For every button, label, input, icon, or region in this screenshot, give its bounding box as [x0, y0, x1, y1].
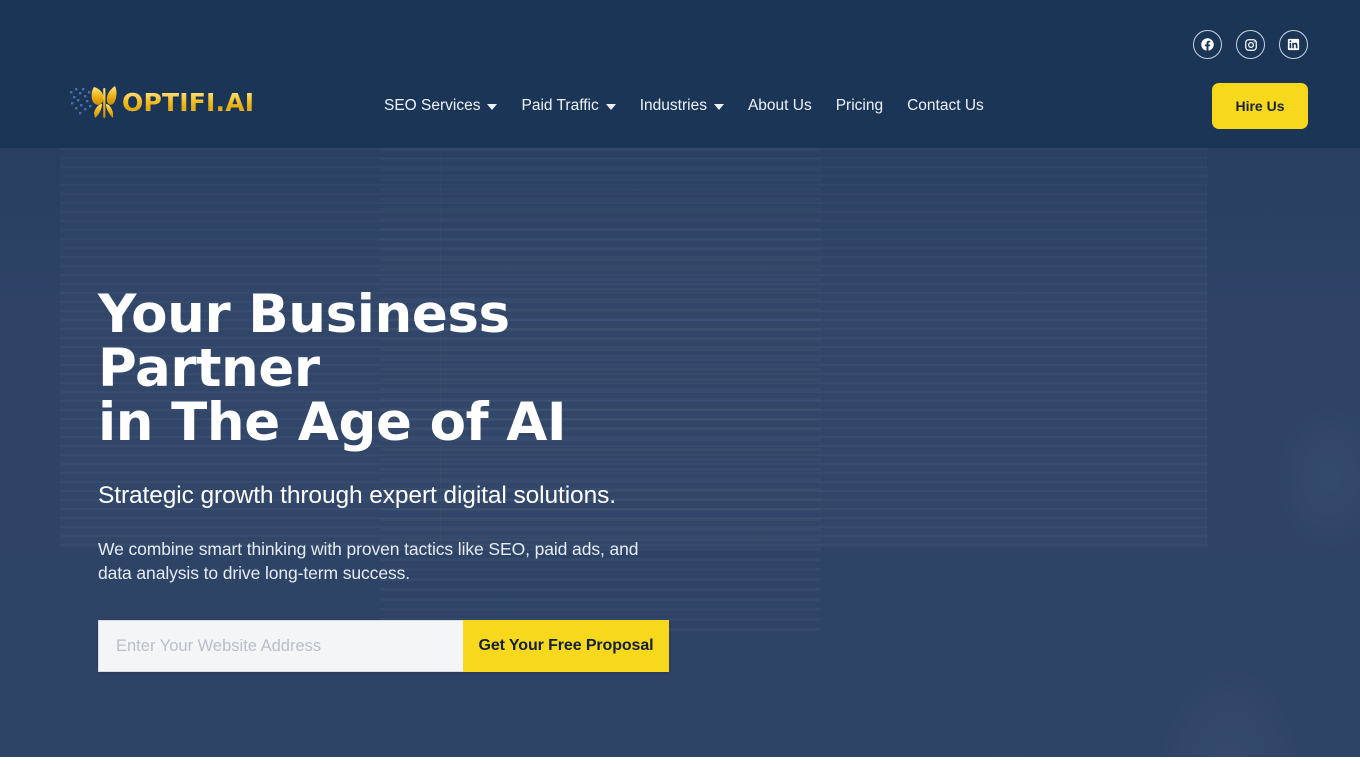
nav-label: Paid Traffic	[521, 97, 599, 114]
nav-label: SEO Services	[384, 97, 481, 114]
nav-item-about-us[interactable]: About Us	[736, 93, 824, 119]
website-address-input[interactable]	[98, 620, 463, 672]
nav-label: Industries	[639, 97, 707, 114]
logo-text: OPTIFI.AI	[122, 87, 255, 117]
nav-item-pricing[interactable]: Pricing	[824, 93, 895, 119]
hero-subheading: Strategic growth through expert digital …	[98, 482, 616, 509]
chevron-down-icon	[605, 104, 616, 110]
butterfly-particles-logo-icon	[68, 82, 130, 122]
nav-item-contact-us[interactable]: Contact Us	[895, 93, 996, 119]
page-root: OPTIFI.AI SEO Services Paid Traffic Indu…	[0, 0, 1360, 764]
nav-item-seo-services[interactable]: SEO Services	[384, 93, 509, 119]
nav-item-paid-traffic[interactable]: Paid Traffic	[509, 93, 627, 119]
instagram-icon	[1244, 38, 1258, 52]
linkedin-icon	[1286, 37, 1301, 52]
hero-body-text: We combine smart thinking with proven ta…	[98, 539, 639, 583]
social-links	[1193, 30, 1308, 59]
nav-label: Contact Us	[907, 97, 984, 114]
facebook-link[interactable]	[1193, 30, 1222, 59]
proposal-form: Get Your Free Proposal	[98, 620, 669, 672]
instagram-link[interactable]	[1236, 30, 1265, 59]
linkedin-link[interactable]	[1279, 30, 1308, 59]
get-free-proposal-button[interactable]: Get Your Free Proposal	[463, 620, 669, 672]
hero-headline: Your Business Partner in The Age of AI	[98, 284, 567, 453]
chevron-down-icon	[487, 104, 498, 110]
main-navbar: OPTIFI.AI SEO Services Paid Traffic Indu…	[0, 78, 1360, 134]
nav-label: Pricing	[835, 97, 884, 114]
site-header: OPTIFI.AI SEO Services Paid Traffic Indu…	[0, 0, 1360, 148]
nav-menu: SEO Services Paid Traffic Industries Abo…	[384, 93, 996, 119]
page-bottom-strip	[0, 757, 1360, 764]
nav-label: About Us	[747, 97, 812, 114]
chevron-down-icon	[713, 104, 724, 110]
nav-item-industries[interactable]: Industries	[628, 93, 736, 119]
hero-content: Your Business Partner in The Age of AI S…	[98, 288, 718, 672]
hero-section: Your Business Partner in The Age of AI S…	[0, 148, 1360, 757]
hire-us-button[interactable]: Hire Us	[1212, 83, 1308, 129]
facebook-icon	[1200, 37, 1215, 52]
site-logo[interactable]: OPTIFI.AI	[68, 76, 254, 128]
